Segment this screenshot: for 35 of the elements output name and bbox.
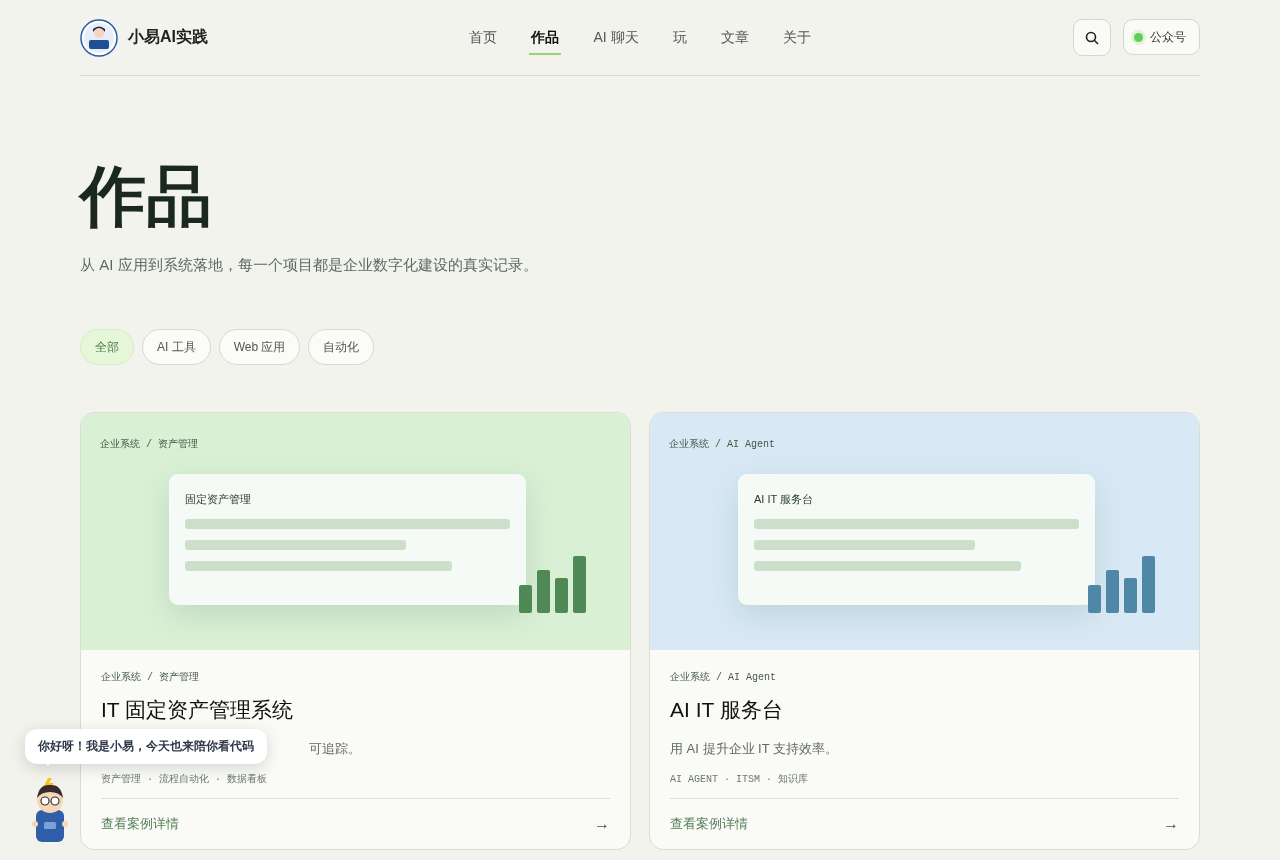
breadcrumb: 企业系统 / AI Agent	[669, 439, 775, 450]
page-title: 作品	[80, 159, 212, 233]
filter-chip[interactable]: 自动化	[308, 329, 375, 365]
case-detail-link[interactable]: 查看案例详情	[101, 815, 179, 833]
preview-title: AI IT 服务台	[754, 492, 815, 507]
site-name: 小易AI实践	[128, 27, 208, 47]
breadcrumb: 企业系统 / 资产管理	[101, 672, 199, 683]
tag-list: 资产管理 · 流程自动化 · 数据看板	[101, 772, 267, 786]
project-card[interactable]: 企业系统 / AI Agent AI IT 服务台 企业系统 / AI Agent AI IT 服务台 用 AI 提升企业 IT 支持效率。 AI AGENT · ITSM · 知识库 查看案例详情 →	[649, 412, 1200, 850]
nav-link[interactable]: 首页	[467, 20, 500, 55]
nav-link[interactable]: AI 聊天	[591, 20, 641, 55]
search-icon	[1085, 30, 1099, 45]
breadcrumb: 企业系统 / AI Agent	[670, 672, 776, 683]
wechat-button[interactable]: 公众号	[1123, 19, 1200, 55]
nav-link[interactable]: 作品	[529, 20, 562, 55]
card-title: IT 固定资产管理系统	[101, 698, 294, 721]
card-description: 可追踪。	[309, 740, 361, 758]
nav-link[interactable]: 玩	[670, 20, 689, 55]
search-button[interactable]	[1073, 19, 1111, 56]
filter-chip[interactable]: AI 工具	[142, 329, 211, 365]
arrow-icon: →	[1163, 815, 1179, 833]
preview-title: 固定资产管理	[185, 492, 252, 507]
speech-bubble: 你好呀！我是小易，今天也来陪你看代码	[25, 729, 267, 764]
filter-chip[interactable]: Web 应用	[218, 329, 301, 365]
card-description: 用 AI 提升企业 IT 支持效率。	[670, 740, 839, 758]
nav-link[interactable]: 关于	[780, 20, 813, 55]
page-subtitle: 从 AI 应用到系统落地，每一个项目都是企业数字化建设的真实记录。	[80, 256, 538, 273]
card-title: AI IT 服务台	[670, 698, 783, 721]
arrow-icon: →	[594, 815, 610, 833]
filter-chip[interactable]: 全部	[80, 329, 134, 365]
tag-list: AI AGENT · ITSM · 知识库	[670, 772, 809, 786]
nav-link[interactable]: 文章	[718, 20, 751, 55]
case-detail-link[interactable]: 查看案例详情	[670, 815, 748, 833]
breadcrumb: 企业系统 / 资产管理	[100, 439, 198, 450]
logo-icon	[80, 18, 118, 57]
